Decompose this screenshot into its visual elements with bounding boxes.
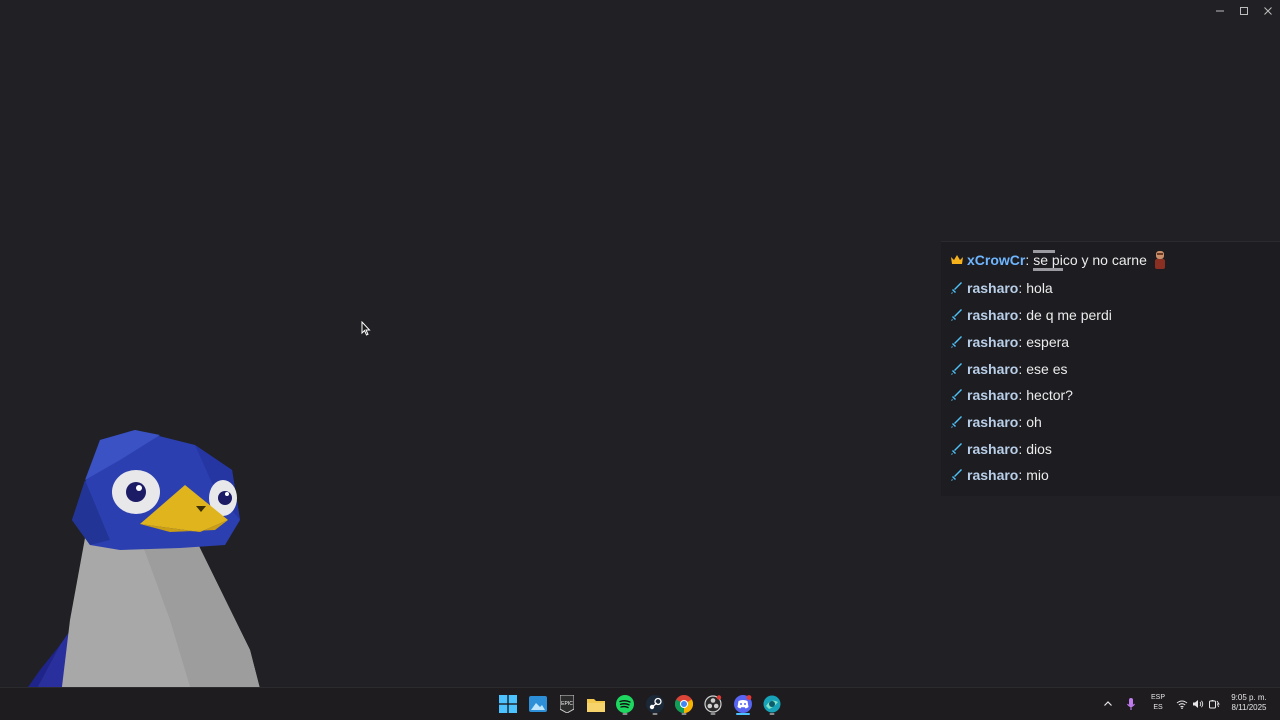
taskbar-app-chrome[interactable] (672, 692, 696, 716)
chat-message: rasharo: ese es (950, 358, 1068, 380)
sword-icon (950, 468, 964, 482)
maximize-button[interactable] (1232, 0, 1256, 22)
running-indicator (769, 713, 775, 715)
window-controls (1208, 0, 1280, 22)
epic-games-icon: EPIC (560, 695, 574, 713)
volume-icon (1193, 700, 1204, 708)
spotify-icon (616, 695, 634, 713)
chat-username[interactable]: rasharo (967, 387, 1018, 403)
taskbar-app-photos[interactable] (526, 692, 550, 716)
chat-top-divider (1033, 240, 1103, 271)
chat-text: mio (1026, 467, 1049, 483)
chat-message: rasharo: hola (950, 277, 1053, 299)
taskbar-app-spotify[interactable] (613, 692, 637, 716)
taskbar-clock[interactable]: 9:05 p. m. 8/11/2025 (1224, 693, 1274, 713)
chat-message: rasharo: oh (950, 411, 1042, 433)
battery-icon (1209, 700, 1220, 709)
microphone-tray-icon[interactable] (1126, 688, 1136, 720)
steam-icon (646, 695, 664, 713)
photos-icon (529, 696, 547, 712)
crown-icon (950, 253, 964, 267)
clock-time: 9:05 p. m. (1231, 693, 1267, 702)
sword-icon (950, 388, 964, 402)
start-icon (499, 695, 517, 713)
chat-username[interactable]: rasharo (967, 414, 1018, 430)
show-hidden-icons-button[interactable] (1103, 688, 1113, 720)
chrome-icon (675, 695, 693, 713)
active-indicator (736, 713, 750, 715)
chat-message: rasharo: hector? (950, 384, 1073, 406)
chat-username[interactable]: xCrowCr (967, 252, 1025, 268)
chat-text: ese es (1026, 361, 1068, 377)
taskbar: EPIC ESP ES 9:05 p. m. 8/11/2025 (0, 687, 1280, 720)
file-explorer-icon (587, 698, 605, 712)
chat-username[interactable]: rasharo (967, 361, 1018, 377)
chat-message: xCrowCr: se pico y no carne (950, 249, 1167, 271)
chat-username[interactable]: rasharo (967, 307, 1018, 323)
language-line1: ESP (1150, 694, 1165, 701)
sword-icon (950, 308, 964, 322)
microphone-icon (1127, 698, 1135, 710)
chat-username[interactable]: rasharo (967, 467, 1018, 483)
penguin-avatar (5, 430, 268, 720)
quick-settings-button[interactable] (1176, 688, 1220, 720)
taskbar-app-file-explorer[interactable] (584, 692, 608, 716)
sword-icon (950, 415, 964, 429)
wifi-icon (1176, 700, 1188, 709)
chat-username[interactable]: rasharo (967, 334, 1018, 350)
sword-icon (950, 362, 964, 376)
taskbar-app-discord[interactable] (731, 692, 755, 716)
running-indicator (710, 713, 716, 715)
chat-message: rasharo: mio (950, 464, 1049, 486)
sword-icon (950, 442, 964, 456)
character-emote (1153, 250, 1167, 270)
chevron-up-icon (1104, 701, 1112, 706)
chat-text: hola (1026, 280, 1053, 296)
chat-message: rasharo: de q me perdi (950, 304, 1112, 326)
chat-username[interactable]: rasharo (967, 441, 1018, 457)
language-line2: ES (1153, 704, 1163, 711)
obs-icon (704, 695, 722, 713)
chat-text: de q me perdi (1026, 307, 1112, 323)
chat-text: oh (1026, 414, 1042, 430)
sword-icon (950, 281, 964, 295)
chat-message: rasharo: espera (950, 331, 1069, 353)
mouse-cursor-icon (361, 321, 371, 336)
chat-text: dios (1026, 441, 1052, 457)
sword-icon (950, 335, 964, 349)
maximize-icon (1240, 7, 1248, 15)
taskbar-app-browser[interactable] (760, 692, 784, 716)
chat-username[interactable]: rasharo (967, 280, 1018, 296)
taskbar-app-steam[interactable] (643, 692, 667, 716)
close-icon (1264, 7, 1272, 15)
minimize-button[interactable] (1208, 0, 1232, 22)
start-button[interactable] (496, 692, 520, 716)
running-indicator (681, 713, 687, 715)
close-button[interactable] (1256, 0, 1280, 22)
chat-text: se pico y no carne (1033, 252, 1147, 268)
chat-text: hector? (1026, 387, 1073, 403)
clock-date: 8/11/2025 (1231, 703, 1267, 712)
discord-icon (734, 695, 752, 713)
taskbar-app-epic-games[interactable]: EPIC (555, 692, 579, 716)
browser-icon (763, 695, 781, 713)
svg-text:EPIC: EPIC (561, 701, 573, 707)
taskbar-app-obs[interactable] (701, 692, 725, 716)
running-indicator (622, 713, 628, 715)
chat-overlay: xCrowCr: se pico y no carne rasharo: hol… (941, 241, 1280, 496)
chat-message: rasharo: dios (950, 438, 1052, 460)
running-indicator (652, 713, 658, 715)
chat-text: espera (1026, 334, 1070, 350)
input-language-indicator[interactable]: ESP ES (1149, 693, 1167, 713)
minimize-icon (1216, 10, 1224, 12)
